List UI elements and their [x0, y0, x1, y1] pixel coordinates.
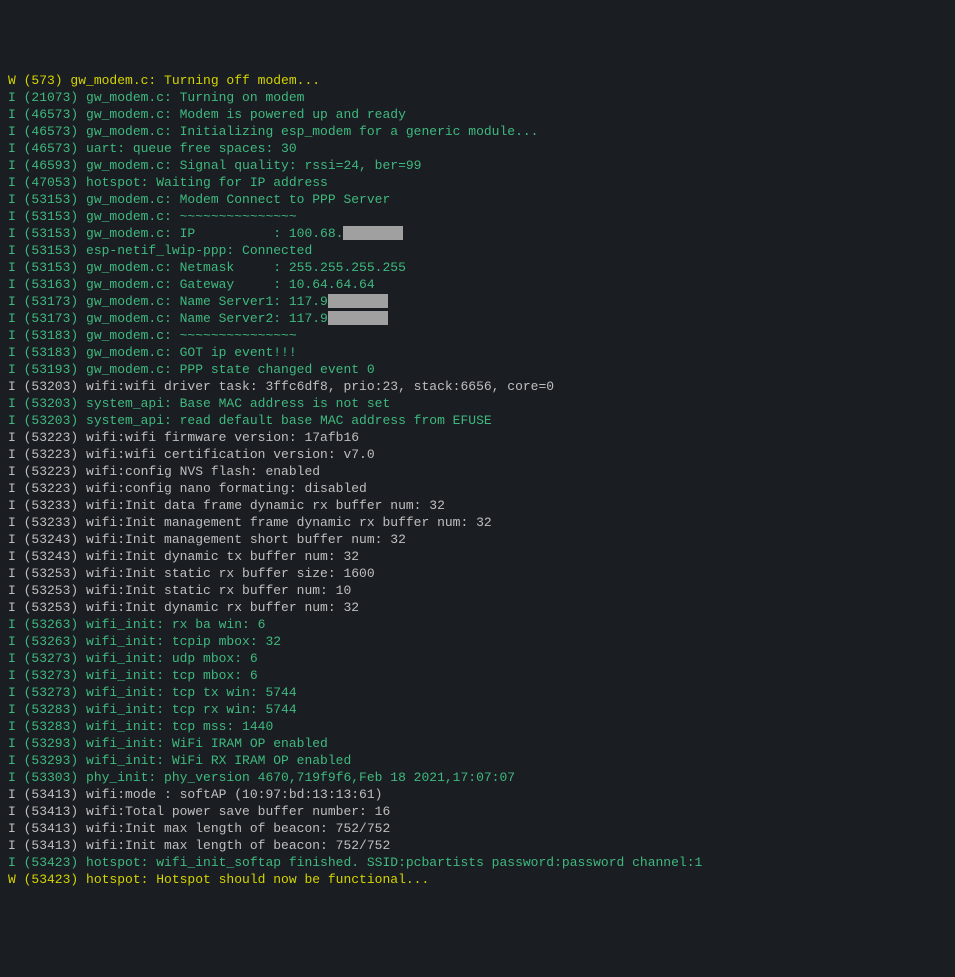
log-line: I (53203) system_api: read default base …	[8, 412, 947, 429]
redacted-block	[343, 226, 403, 240]
log-line: I (53283) wifi_init: tcp rx win: 5744	[8, 701, 947, 718]
log-line: W (53423) hotspot: Hotspot should now be…	[8, 871, 947, 888]
log-line: I (53253) wifi:Init static rx buffer num…	[8, 582, 947, 599]
log-line: I (53273) wifi_init: udp mbox: 6	[8, 650, 947, 667]
log-line: I (53153) esp-netif_lwip-ppp: Connected	[8, 242, 947, 259]
log-line: I (53263) wifi_init: tcpip mbox: 32	[8, 633, 947, 650]
log-line: I (53283) wifi_init: tcp mss: 1440	[8, 718, 947, 735]
log-line: I (53153) gw_modem.c: Netmask : 255.255.…	[8, 259, 947, 276]
log-line: I (53183) gw_modem.c: GOT ip event!!!	[8, 344, 947, 361]
log-line: I (21073) gw_modem.c: Turning on modem	[8, 89, 947, 106]
log-line: I (46573) gw_modem.c: Initializing esp_m…	[8, 123, 947, 140]
log-line: I (53293) wifi_init: WiFi RX IRAM OP ena…	[8, 752, 947, 769]
redacted-block	[328, 294, 388, 308]
log-line: W (573) gw_modem.c: Turning off modem...	[8, 72, 947, 89]
log-line: I (53223) wifi:wifi certification versio…	[8, 446, 947, 463]
log-line: I (53153) gw_modem.c: ~~~~~~~~~~~~~~~	[8, 208, 947, 225]
log-line: I (53273) wifi_init: tcp tx win: 5744	[8, 684, 947, 701]
log-line: I (53263) wifi_init: rx ba win: 6	[8, 616, 947, 633]
log-line: I (53303) phy_init: phy_version 4670,719…	[8, 769, 947, 786]
log-line: I (53273) wifi_init: tcp mbox: 6	[8, 667, 947, 684]
log-line: I (53203) wifi:wifi driver task: 3ffc6df…	[8, 378, 947, 395]
log-line: I (53153) gw_modem.c: IP : 100.68.	[8, 225, 947, 242]
log-line: I (46573) gw_modem.c: Modem is powered u…	[8, 106, 947, 123]
log-line: I (53253) wifi:Init dynamic rx buffer nu…	[8, 599, 947, 616]
log-line: I (53413) wifi:Total power save buffer n…	[8, 803, 947, 820]
log-line: I (53183) gw_modem.c: ~~~~~~~~~~~~~~~	[8, 327, 947, 344]
log-line: I (53233) wifi:Init data frame dynamic r…	[8, 497, 947, 514]
log-line: I (53233) wifi:Init management frame dyn…	[8, 514, 947, 531]
log-line: I (53293) wifi_init: WiFi IRAM OP enable…	[8, 735, 947, 752]
log-line: I (53193) gw_modem.c: PPP state changed …	[8, 361, 947, 378]
log-line: I (53243) wifi:Init management short buf…	[8, 531, 947, 548]
log-line: I (53243) wifi:Init dynamic tx buffer nu…	[8, 548, 947, 565]
log-line: I (53423) hotspot: wifi_init_softap fini…	[8, 854, 947, 871]
redacted-block	[328, 311, 388, 325]
log-line: I (53163) gw_modem.c: Gateway : 10.64.64…	[8, 276, 947, 293]
log-line: I (53223) wifi:wifi firmware version: 17…	[8, 429, 947, 446]
log-line: I (46593) gw_modem.c: Signal quality: rs…	[8, 157, 947, 174]
log-line: I (53413) wifi:Init max length of beacon…	[8, 820, 947, 837]
terminal-log-output: W (573) gw_modem.c: Turning off modem...…	[8, 72, 947, 888]
log-line: I (47053) hotspot: Waiting for IP addres…	[8, 174, 947, 191]
log-line: I (53413) wifi:mode : softAP (10:97:bd:1…	[8, 786, 947, 803]
log-line: I (53203) system_api: Base MAC address i…	[8, 395, 947, 412]
log-line: I (53413) wifi:Init max length of beacon…	[8, 837, 947, 854]
log-line: I (53153) gw_modem.c: Modem Connect to P…	[8, 191, 947, 208]
log-line: I (53173) gw_modem.c: Name Server2: 117.…	[8, 310, 947, 327]
log-line: I (53173) gw_modem.c: Name Server1: 117.…	[8, 293, 947, 310]
log-line: I (53223) wifi:config nano formating: di…	[8, 480, 947, 497]
log-line: I (53223) wifi:config NVS flash: enabled	[8, 463, 947, 480]
log-line: I (53253) wifi:Init static rx buffer siz…	[8, 565, 947, 582]
log-line: I (46573) uart: queue free spaces: 30	[8, 140, 947, 157]
